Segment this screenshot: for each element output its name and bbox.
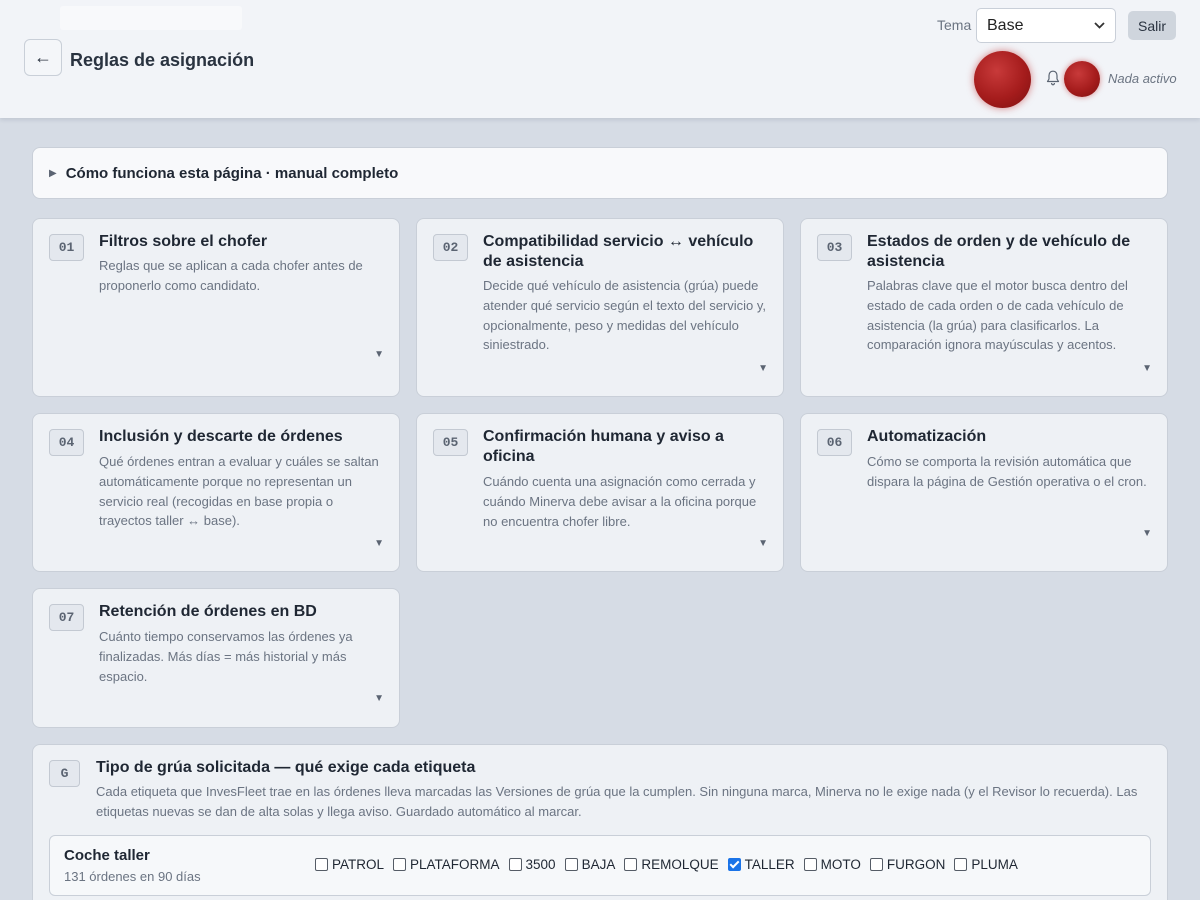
bell-icon[interactable] — [1046, 70, 1060, 86]
chevron-down-icon[interactable]: ▼ — [374, 693, 384, 704]
card-title: Compatibilidad servicio ↔ vehículo de as… — [483, 233, 754, 270]
tag-order-count: 131 órdenes en 90 días — [64, 869, 201, 884]
triangle-right-icon: ▶ — [49, 167, 57, 179]
checkbox[interactable] — [624, 858, 638, 871]
header-placeholder — [60, 6, 242, 30]
version-option-3500[interactable]: 3500 — [508, 857, 556, 872]
card-title: Filtros sobre el chofer — [99, 233, 268, 250]
manual-label: Cómo funciona esta página · manual compl… — [65, 164, 399, 182]
checkbox[interactable] — [954, 858, 968, 871]
rule-card-03[interactable]: 03 Estados de orden y de vehículo de asi… — [800, 218, 1168, 397]
version-option-patrol[interactable]: PATROL — [315, 857, 384, 872]
card-description: Decide qué vehículo de asistencia (grúa)… — [483, 278, 767, 353]
checkbox[interactable] — [869, 858, 883, 871]
chevron-down-icon[interactable]: ▼ — [1142, 528, 1152, 539]
checkbox-label: REMOLQUE — [641, 857, 719, 872]
card-description: Cómo se comporta la revisión automática … — [867, 454, 1147, 489]
status-text: Nada activo — [1108, 71, 1177, 86]
rule-card-04[interactable]: 04 Inclusión y descarte de órdenes Qué ó… — [32, 413, 400, 572]
checkbox-label: TALLER — [744, 857, 795, 872]
card-description: Qué órdenes entran a evaluar y cuáles se… — [99, 454, 379, 529]
chevron-down-icon[interactable]: ▼ — [758, 538, 768, 549]
card-title: Inclusión y descarte de órdenes — [99, 428, 343, 445]
checkbox-label: PATROL — [332, 857, 385, 872]
card-description: Reglas que se aplican a cada chofer ante… — [99, 258, 363, 293]
card-description: Palabras clave que el motor busca dentro… — [867, 278, 1128, 353]
tag-row: Coche taller 131 órdenes en 90 días PATR… — [49, 835, 1151, 896]
section-title: Tipo de grúa solicitada — qué exige cada… — [96, 759, 476, 776]
version-option-taller[interactable]: TALLER — [727, 857, 795, 872]
version-option-remolque[interactable]: REMOLQUE — [624, 857, 719, 872]
tag-name: Coche taller — [64, 847, 150, 864]
rule-card-06[interactable]: 06 Automatización Cómo se comporta la re… — [800, 413, 1168, 572]
theme-label: Tema — [937, 17, 972, 33]
theme-select[interactable]: Base — [976, 8, 1116, 43]
section-badge: G — [49, 760, 80, 787]
chevron-down-icon[interactable]: ▼ — [374, 349, 384, 360]
chevron-down-icon[interactable]: ▼ — [758, 363, 768, 374]
chevron-down-icon — [1094, 22, 1105, 29]
checkbox[interactable] — [803, 858, 817, 871]
logout-button[interactable]: Salir — [1128, 11, 1176, 40]
version-option-plataforma[interactable]: PLATAFORMA — [393, 857, 500, 872]
rule-card-02[interactable]: 02 Compatibilidad servicio ↔ vehículo de… — [416, 218, 784, 397]
card-title: Estados de orden y de vehículo de asiste… — [867, 233, 1131, 270]
back-button[interactable]: ← — [24, 39, 62, 76]
version-option-baja[interactable]: BAJA — [564, 857, 616, 872]
checkbox-label: BAJA — [581, 857, 616, 872]
checkbox[interactable] — [393, 858, 407, 871]
checkbox-label: 3500 — [525, 857, 556, 872]
section-description: Cada etiqueta que InvesFleet trae en las… — [96, 784, 1138, 819]
status-orb-large — [974, 51, 1031, 108]
manual-toggle[interactable]: ▶ Cómo funciona esta página · manual com… — [32, 147, 1168, 199]
version-checkboxes: PATROL PLATAFORMA 3500 BAJA REMOLQUE TAL… — [315, 857, 1027, 872]
card-number-badge: 04 — [49, 429, 84, 456]
card-title: Retención de órdenes en BD — [99, 603, 317, 620]
checkbox[interactable] — [315, 858, 328, 871]
card-number-badge: 07 — [49, 604, 84, 631]
card-title: Automatización — [867, 428, 987, 445]
rule-card-05[interactable]: 05 Confirmación humana y aviso a oficina… — [416, 413, 784, 572]
rule-card-07[interactable]: 07 Retención de órdenes en BD Cuánto tie… — [32, 588, 400, 728]
version-option-furgon[interactable]: FURGON — [869, 857, 946, 872]
card-description: Cuándo cuenta una asignación como cerrad… — [483, 474, 757, 529]
chevron-down-icon[interactable]: ▼ — [1142, 363, 1152, 374]
tow-type-section: G Tipo de grúa solicitada — qué exige ca… — [32, 744, 1168, 900]
checkbox-checked[interactable] — [727, 858, 741, 871]
checkbox[interactable] — [508, 858, 522, 871]
version-option-pluma[interactable]: PLUMA — [954, 857, 1018, 872]
checkbox[interactable] — [564, 858, 578, 871]
arrow-left-icon: ← — [34, 47, 52, 67]
top-bar: ← Reglas de asignación Tema Base Salir N… — [0, 0, 1200, 118]
card-number-badge: 01 — [49, 234, 84, 261]
theme-select-value: Base — [987, 16, 1024, 34]
checkbox-label: MOTO — [820, 857, 861, 872]
checkbox-label: FURGON — [886, 857, 946, 872]
card-description: Cuánto tiempo conservamos las órdenes ya… — [99, 629, 353, 684]
checkbox-label: PLUMA — [971, 857, 1018, 872]
card-number-badge: 06 — [817, 429, 852, 456]
checkbox-label: PLATAFORMA — [410, 857, 500, 872]
card-number-badge: 03 — [817, 234, 852, 261]
chevron-down-icon[interactable]: ▼ — [374, 538, 384, 549]
user-avatar[interactable] — [1064, 61, 1100, 97]
card-title: Confirmación humana y aviso a oficina — [483, 428, 724, 465]
version-option-moto[interactable]: MOTO — [803, 857, 861, 872]
card-number-badge: 02 — [433, 234, 468, 261]
card-number-badge: 05 — [433, 429, 468, 456]
rule-card-01[interactable]: 01 Filtros sobre el chofer Reglas que se… — [32, 218, 400, 397]
page-title: Reglas de asignación — [70, 50, 255, 70]
